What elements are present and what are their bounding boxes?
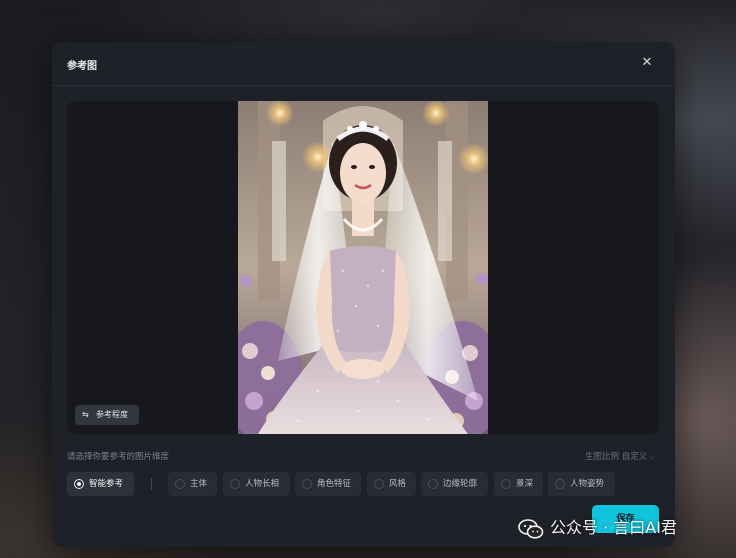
- dimension-options: 智能参考 主体 人物长相 角色特征 风格 边缘轮廓 景深 人物姿势: [67, 472, 667, 496]
- option-label: 主体: [190, 479, 208, 489]
- option-label: 景深: [516, 479, 534, 489]
- close-button[interactable]: ✕: [638, 54, 656, 72]
- option-label: 智能参考: [89, 479, 124, 489]
- option-character-features[interactable]: 角色特征: [295, 472, 361, 496]
- option-label: 人物姿势: [570, 479, 605, 489]
- aspect-ratio-label: 生图比例 自定义: [585, 452, 648, 462]
- radio-icon: [74, 479, 84, 489]
- sliders-icon: ⇆: [82, 410, 89, 419]
- radio-icon: [555, 479, 565, 489]
- aspect-ratio-select[interactable]: 生图比例 自定义 ⌵: [585, 450, 655, 462]
- option-label: 角色特征: [317, 479, 352, 489]
- dimension-hint: 请选择你要参考的图片维度: [67, 452, 170, 462]
- option-depth[interactable]: 景深: [494, 472, 543, 496]
- option-label: 风格: [389, 479, 407, 489]
- option-pose[interactable]: 人物姿势: [548, 472, 615, 496]
- option-style[interactable]: 风格: [367, 472, 416, 496]
- radio-icon: [374, 479, 384, 489]
- radio-icon: [428, 479, 438, 489]
- wechat-icon: [518, 519, 544, 539]
- option-label: 边缘轮廓: [443, 479, 478, 489]
- bride-photo-illustration: [238, 101, 488, 434]
- reference-strength-label: 参考程度: [96, 410, 128, 419]
- option-edge-contour[interactable]: 边缘轮廓: [421, 472, 488, 496]
- watermark: 公众号 · 言曰AI君: [518, 517, 728, 539]
- dialog-header: 参考图 ✕: [52, 42, 675, 86]
- close-icon: ✕: [641, 55, 653, 70]
- reference-strength-button[interactable]: ⇆ 参考程度: [75, 405, 139, 425]
- option-face[interactable]: 人物长相: [223, 472, 290, 496]
- radio-icon: [230, 479, 240, 489]
- image-preview-area: ⇆ 参考程度: [67, 101, 659, 434]
- dialog-title: 参考图: [67, 61, 97, 72]
- option-label: 人物长相: [245, 479, 280, 489]
- radio-icon: [175, 479, 185, 489]
- radio-icon: [501, 479, 511, 489]
- option-subject[interactable]: 主体: [168, 472, 217, 496]
- divider: [151, 478, 152, 490]
- watermark-text: 公众号 · 言曰AI君: [550, 518, 677, 537]
- reference-image-dialog: 参考图 ✕ ⇆ 参考程度 请选择你要参考的图片维度 生图比例 自定义 ⌵ 智能参…: [52, 42, 675, 547]
- chevron-down-icon: ⌵: [649, 453, 655, 461]
- reference-photo: [238, 101, 488, 434]
- option-smart-reference[interactable]: 智能参考: [67, 472, 134, 496]
- radio-icon: [302, 479, 312, 489]
